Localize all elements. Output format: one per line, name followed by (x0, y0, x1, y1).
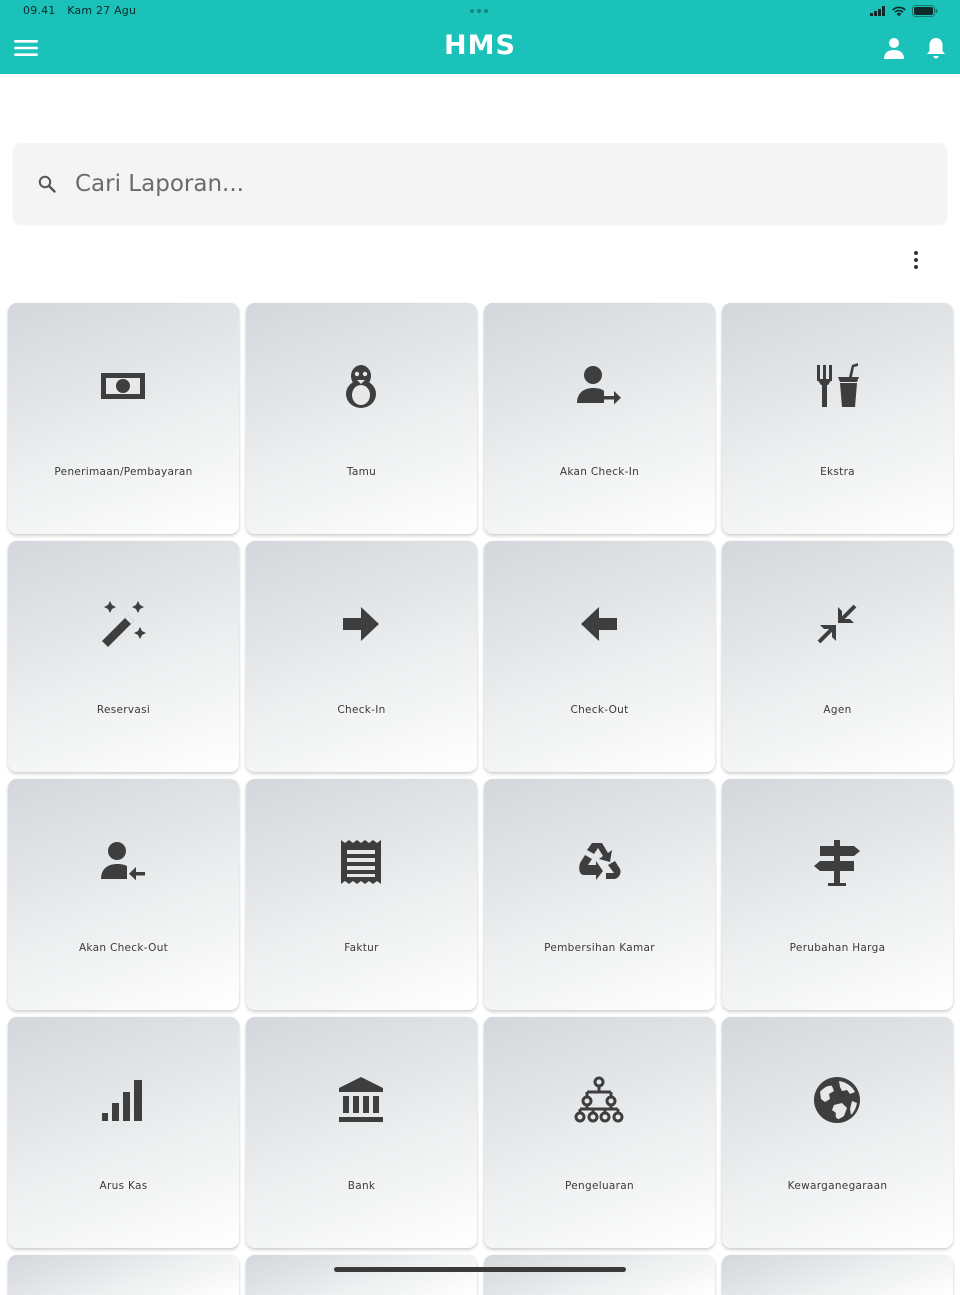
tile-ekstra[interactable]: Ekstra (722, 303, 953, 534)
tile-check-out[interactable]: Check-Out (484, 541, 715, 772)
home-indicator[interactable] (334, 1267, 626, 1272)
report-grid: Penerimaan/Pembayaran Tamu Akan Check-In (8, 303, 954, 1248)
tile-faktur[interactable]: Faktur (246, 779, 477, 1010)
tile-label: Ekstra (820, 466, 855, 478)
tile-kewarganegaraan[interactable]: Kewarganegaraan (722, 1017, 953, 1248)
arrow-right-icon (343, 607, 379, 641)
tile-label: Tamu (346, 466, 377, 478)
bell-icon (927, 38, 945, 59)
tile-label: Akan Check-Out (78, 942, 169, 954)
globe-icon (814, 1077, 860, 1123)
search-bar (13, 143, 947, 224)
tile-label: Check-In (337, 704, 386, 716)
restaurant-icon (817, 363, 859, 407)
compress-arrows-icon (817, 604, 857, 644)
tile-bank[interactable]: Bank (246, 1017, 477, 1248)
tile-label: Faktur (344, 942, 379, 954)
tile-perubahan-harga[interactable]: Perubahan Harga (722, 779, 953, 1010)
tile-label: Reservasi (96, 704, 151, 716)
profile-button[interactable] (882, 36, 906, 60)
cellular-signal-icon (870, 6, 885, 16)
search-icon (38, 175, 56, 193)
person-icon (884, 38, 904, 59)
app-bar-actions (882, 36, 948, 60)
person-arrow-left-icon (101, 842, 145, 881)
battery-icon (912, 5, 938, 17)
tile-penerimaan-pembayaran[interactable]: Penerimaan/Pembayaran (8, 303, 239, 534)
penguin-icon (346, 365, 376, 408)
multitask-dots-icon (470, 9, 490, 13)
recycle-icon (579, 843, 621, 880)
tile-label: Penerimaan/Pembayaran (54, 466, 193, 478)
receipt-icon (341, 840, 381, 884)
signpost-icon (814, 840, 860, 886)
tile-partial[interactable] (8, 1255, 239, 1295)
tile-label: Perubahan Harga (789, 942, 886, 954)
tile-agen[interactable]: Agen (722, 541, 953, 772)
tile-partial[interactable] (722, 1255, 953, 1295)
status-time: 09.41 (23, 4, 56, 17)
money-icon (101, 373, 145, 399)
hierarchy-icon (574, 1076, 624, 1123)
search-input[interactable] (73, 163, 927, 205)
tile-reservasi[interactable]: Reservasi (8, 541, 239, 772)
notifications-button[interactable] (924, 36, 948, 60)
wifi-icon (892, 6, 906, 16)
person-arrow-right-icon (577, 366, 621, 405)
tile-label: Pembersihan Kamar (544, 942, 655, 954)
more-vertical-icon (914, 251, 918, 269)
tile-tamu[interactable]: Tamu (246, 303, 477, 534)
report-grid-next-row (8, 1255, 954, 1295)
bank-icon (339, 1077, 383, 1122)
tile-label: Pengeluaran (565, 1180, 634, 1192)
signal-bars-icon (102, 1080, 142, 1121)
arrow-left-icon (581, 607, 617, 641)
status-bar-right (870, 5, 938, 17)
tile-partial[interactable] (484, 1255, 715, 1295)
app-bar: 09.41 Kam 27 Agu HMS (0, 0, 960, 74)
tile-label: Bank (347, 1180, 376, 1192)
tile-label: Arus Kas (99, 1180, 148, 1192)
status-bar-left: 09.41 Kam 27 Agu (23, 4, 136, 17)
tile-label: Akan Check-In (559, 466, 640, 478)
more-options-button[interactable] (906, 249, 926, 271)
tile-partial[interactable] (246, 1255, 477, 1295)
tile-label: Kewarganegaraan (787, 1180, 888, 1192)
tile-pengeluaran[interactable]: Pengeluaran (484, 1017, 715, 1248)
tile-check-in[interactable]: Check-In (246, 541, 477, 772)
app-logo: HMS (444, 30, 516, 61)
tile-label: Agen (823, 704, 852, 716)
magic-wand-icon (102, 601, 146, 647)
tile-pembersihan-kamar[interactable]: Pembersihan Kamar (484, 779, 715, 1010)
tile-akan-check-out[interactable]: Akan Check-Out (8, 779, 239, 1010)
tile-label: Check-Out (570, 704, 629, 716)
tile-akan-check-in[interactable]: Akan Check-In (484, 303, 715, 534)
status-date: Kam 27 Agu (67, 4, 137, 17)
tile-arus-kas[interactable]: Arus Kas (8, 1017, 239, 1248)
